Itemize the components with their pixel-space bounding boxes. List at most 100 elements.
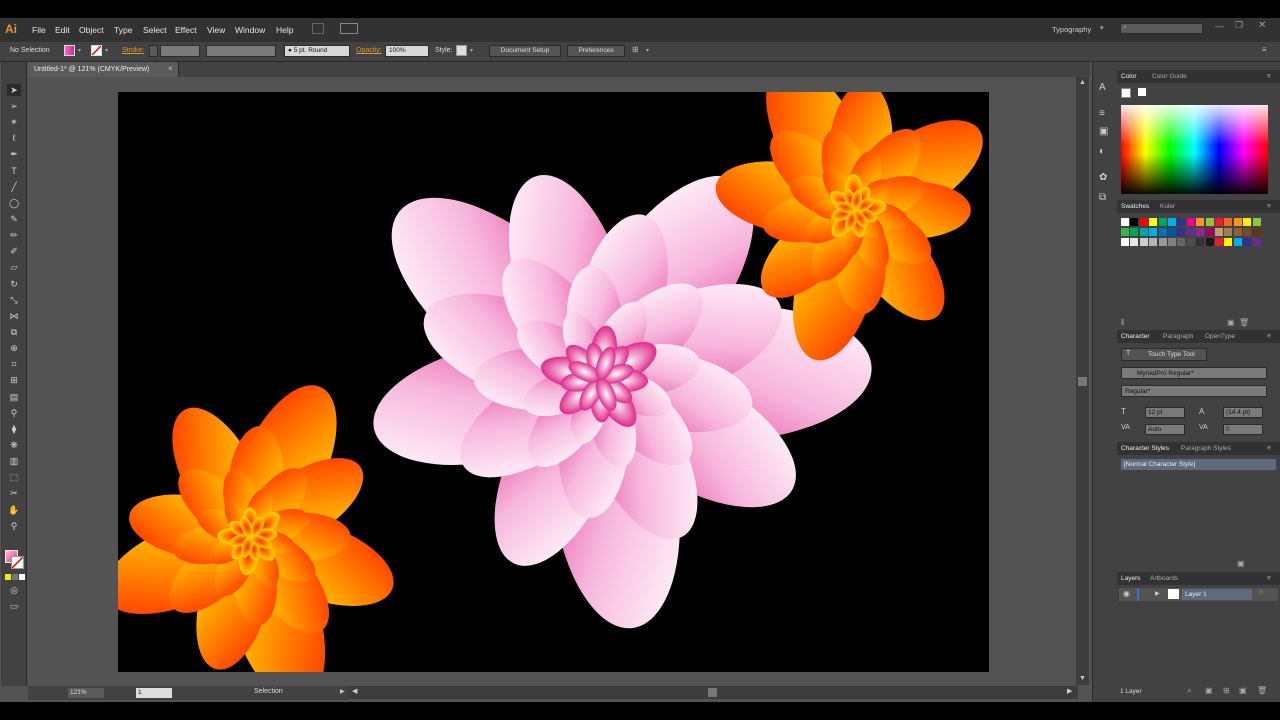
free-transform-icon[interactable]: ⧉	[7, 326, 21, 338]
menu-select[interactable]: Select	[143, 25, 167, 35]
color-swatch[interactable]	[1243, 238, 1252, 246]
pencil-icon[interactable]: ✏	[7, 229, 21, 241]
color-swatch[interactable]	[1168, 228, 1176, 236]
vertical-scrollbar[interactable]: ▲ ▼	[1076, 77, 1089, 685]
mesh-tool-icon[interactable]: ⊞	[7, 374, 21, 386]
menu-type[interactable]: Type	[114, 25, 132, 35]
color-swatch[interactable]	[1215, 238, 1223, 246]
kerning-field[interactable]: Auto	[1145, 424, 1185, 435]
artboard-tool-icon[interactable]: ⬚	[7, 471, 21, 483]
zoom-tool-icon[interactable]: ⚲	[7, 520, 21, 532]
make-clipping-mask-icon[interactable]: ▣	[1205, 686, 1213, 695]
color-swatch[interactable]	[1196, 238, 1205, 246]
color-swatch[interactable]	[1215, 218, 1223, 226]
color-swatch[interactable]	[1186, 228, 1195, 236]
font-size-field[interactable]: 12 pt	[1145, 407, 1185, 418]
visibility-eye-icon[interactable]: ◉	[1123, 589, 1130, 598]
color-swatch[interactable]	[1168, 218, 1176, 226]
color-swatch[interactable]	[1130, 218, 1139, 226]
color-swatch[interactable]	[1177, 228, 1186, 236]
blend-tool-icon[interactable]: ⧫	[7, 423, 21, 435]
tab-artboards[interactable]: Artboards	[1150, 575, 1178, 582]
arrange-documents-icon[interactable]	[340, 23, 358, 34]
horizontal-scroll-thumb[interactable]	[708, 688, 717, 697]
vertical-scroll-thumb[interactable]	[1078, 377, 1087, 386]
artboard[interactable]	[103, 63, 989, 703]
stroke-label[interactable]: Stroke:	[122, 47, 144, 54]
drawing-mode-icon[interactable]: ◎	[7, 584, 21, 596]
fill-stroke-none-icon[interactable]	[1121, 88, 1131, 98]
color-mode-icon[interactable]	[5, 574, 11, 580]
menu-help[interactable]: Help	[276, 25, 293, 35]
color-swatch[interactable]	[1252, 218, 1261, 226]
chevron-down-icon[interactable]: ▾	[1100, 24, 1104, 32]
width-tool-icon[interactable]: ⋈	[7, 310, 21, 322]
rotate-tool-icon[interactable]: ↻	[7, 278, 21, 290]
menu-file[interactable]: File	[32, 25, 46, 35]
menu-effect[interactable]: Effect	[175, 25, 197, 35]
tab-color-guide[interactable]: Color Guide	[1152, 73, 1187, 80]
expand-layer-icon[interactable]: ▶	[1155, 590, 1160, 597]
color-swatch[interactable]	[1158, 218, 1167, 226]
new-swatch-icon[interactable]: ▣	[1227, 318, 1235, 327]
scroll-up-icon[interactable]: ▲	[1079, 79, 1086, 86]
close-icon[interactable]: ✕	[1258, 20, 1266, 31]
stroke-swatch[interactable]	[91, 45, 102, 56]
new-sublayer-icon[interactable]: ⊞	[1223, 686, 1230, 695]
brush-definition[interactable]: ● 5 pt. Round	[284, 45, 350, 57]
color-swatch[interactable]	[1215, 228, 1223, 236]
color-swatch[interactable]	[1205, 218, 1214, 226]
character-style-item[interactable]: [Normal Character Style]	[1121, 459, 1276, 470]
menu-edit[interactable]: Edit	[55, 25, 70, 35]
font-style-field[interactable]: Regular*	[1121, 385, 1267, 397]
appearance-icon[interactable]: ◐	[1099, 146, 1105, 157]
hand-tool-icon[interactable]: ✋	[7, 504, 21, 516]
opacity-label[interactable]: Opacity:	[356, 47, 382, 54]
panel-menu-icon[interactable]: ≡	[1267, 203, 1271, 210]
screen-mode-icon[interactable]: ▭	[7, 600, 21, 612]
variable-width-profile[interactable]	[206, 45, 276, 57]
delete-layer-icon[interactable]: 🗑	[1257, 686, 1267, 695]
lasso-icon[interactable]: ℓ	[7, 132, 21, 144]
bridge-icon[interactable]	[312, 23, 324, 34]
align-icon[interactable]: ≡	[1099, 108, 1105, 119]
restore-icon[interactable]: ❐	[1235, 20, 1243, 31]
color-swatch[interactable]	[1233, 238, 1242, 246]
color-swatch[interactable]	[1243, 228, 1252, 236]
tab-color[interactable]: Color	[1121, 73, 1137, 80]
color-swatch[interactable]	[1130, 238, 1139, 246]
touch-type-button[interactable]: T Touch Type Tool	[1121, 348, 1207, 361]
color-swatch[interactable]	[1196, 218, 1205, 226]
color-swatch[interactable]	[1158, 238, 1167, 246]
panel-menu-icon[interactable]: ≡	[1267, 575, 1271, 582]
color-swatch[interactable]	[1233, 228, 1242, 236]
color-swatch[interactable]	[1130, 228, 1139, 236]
symbols-icon[interactable]: ✿	[1099, 172, 1107, 183]
panel-menu-icon[interactable]: ≡	[1262, 45, 1267, 54]
blob-brush-icon[interactable]: ✐	[7, 245, 21, 257]
status-mode[interactable]: Selection	[254, 688, 283, 695]
chevron-down-icon[interactable]: ▾	[646, 47, 649, 54]
color-swatch[interactable]	[1177, 238, 1186, 246]
scroll-down-icon[interactable]: ▼	[1079, 675, 1086, 682]
color-swatch[interactable]	[1121, 228, 1129, 236]
ellipse-tool-icon[interactable]: ◯	[7, 197, 21, 209]
color-swatch[interactable]	[1121, 218, 1129, 226]
color-swatch[interactable]	[1252, 238, 1261, 246]
color-swatch[interactable]	[1233, 218, 1242, 226]
chevron-down-icon[interactable]: ▾	[105, 47, 108, 54]
orange-flower-bottom-left[interactable]	[103, 370, 405, 703]
workspace-switcher[interactable]: Typography	[1052, 25, 1091, 34]
color-swatch[interactable]	[1149, 228, 1158, 236]
color-swatch[interactable]	[1243, 218, 1252, 226]
white-swatch[interactable]	[1138, 88, 1146, 96]
panel-menu-icon[interactable]: ≡	[1267, 333, 1271, 340]
trash-icon[interactable]: 🗑	[1239, 318, 1249, 327]
leading-field[interactable]: (14.4 pt)	[1223, 407, 1263, 418]
locate-object-icon[interactable]: ⌕	[1187, 686, 1191, 696]
chevron-down-icon[interactable]: ▾	[470, 47, 473, 54]
color-swatch[interactable]	[1186, 238, 1195, 246]
arrange-icon[interactable]: ⊞	[632, 45, 639, 54]
color-swatch[interactable]	[1205, 228, 1214, 236]
zoom-field[interactable]: 121%	[68, 688, 104, 698]
